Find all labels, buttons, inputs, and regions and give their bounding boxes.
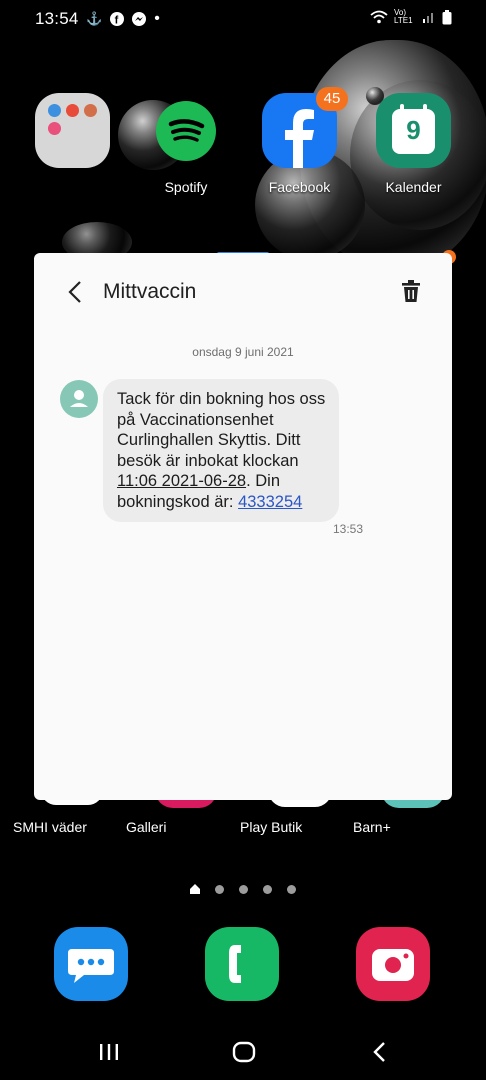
camera-icon: [372, 949, 414, 981]
navigation-bar: [0, 1020, 486, 1080]
battery-icon: [442, 9, 452, 24]
page-indicator: [190, 884, 296, 894]
message-bubble[interactable]: Tack för din bokning hos oss på Vaccinat…: [103, 379, 339, 522]
app-folder-icon[interactable]: [35, 93, 110, 168]
message-popup-card: Mittvaccin onsdag 9 juni 2021 Tack för d…: [34, 253, 452, 800]
datetime-link[interactable]: 11:06 2021-06-28: [117, 472, 246, 490]
trash-icon[interactable]: [400, 279, 422, 303]
app-label-smhi[interactable]: SMHI väder: [13, 819, 133, 835]
app-facebook[interactable]: 45 Facebook: [262, 87, 348, 201]
facebook-notification-icon: f: [110, 12, 125, 27]
home-button-icon[interactable]: [232, 1041, 256, 1063]
person-icon: [70, 390, 88, 407]
wifi-icon: [370, 10, 388, 24]
contact-avatar[interactable]: [60, 380, 98, 418]
page-dot[interactable]: [263, 884, 272, 894]
camera-app-icon[interactable]: [356, 927, 430, 1001]
notification-app-icon: ⚓: [86, 11, 103, 26]
app-label: Spotify: [164, 179, 208, 195]
app-label: Kalender: [385, 179, 442, 195]
page-dot[interactable]: [239, 884, 248, 894]
calendar-icon: 9: [376, 93, 451, 168]
more-notifications-dot-icon: •: [154, 10, 160, 27]
back-arrow-icon[interactable]: [64, 280, 88, 304]
page-dot[interactable]: [215, 884, 224, 894]
phone-app-icon[interactable]: [205, 927, 279, 1001]
app-kalender[interactable]: 9 Kalender: [376, 93, 451, 201]
spotify-icon: [156, 101, 216, 161]
app-label-play-butik[interactable]: Play Butik: [240, 819, 360, 835]
status-bar: 13:54 ⚓ f • Vo) LTE1: [0, 0, 486, 40]
app-label-barn[interactable]: Barn+: [353, 819, 473, 835]
message-time: 13:53: [333, 522, 364, 536]
notification-badge: 45: [316, 87, 348, 111]
conversation-date: onsdag 9 juni 2021: [192, 345, 294, 359]
app-spotify[interactable]: Spotify: [154, 100, 218, 200]
messenger-notification-icon: [132, 12, 147, 26]
svg-text:f: f: [115, 15, 119, 27]
notification-icons: ⚓ f •: [86, 10, 160, 28]
home-page-indicator-icon[interactable]: [190, 884, 200, 894]
messages-app-icon[interactable]: [54, 927, 128, 1001]
back-button-icon[interactable]: [371, 1041, 389, 1063]
app-label: Facebook: [268, 179, 331, 195]
message-text: Tack för din bokning hos oss på Vaccinat…: [117, 390, 326, 470]
status-time: 13:54: [35, 9, 79, 28]
calendar-day: 9: [406, 115, 421, 145]
conversation-title: Mittvaccin: [103, 280, 197, 303]
page-dot[interactable]: [287, 884, 296, 894]
network-type-label: Vo) LTE1: [394, 8, 413, 25]
chat-bubble-icon: [68, 949, 114, 983]
recent-apps-icon[interactable]: [98, 1042, 120, 1062]
booking-code-link[interactable]: 4333254: [238, 493, 302, 511]
phone-handset-icon: [229, 945, 241, 983]
signal-icon: [423, 13, 433, 23]
status-right-icons: Vo) LTE1: [370, 9, 452, 25]
app-label-galleri[interactable]: Galleri: [126, 819, 246, 835]
